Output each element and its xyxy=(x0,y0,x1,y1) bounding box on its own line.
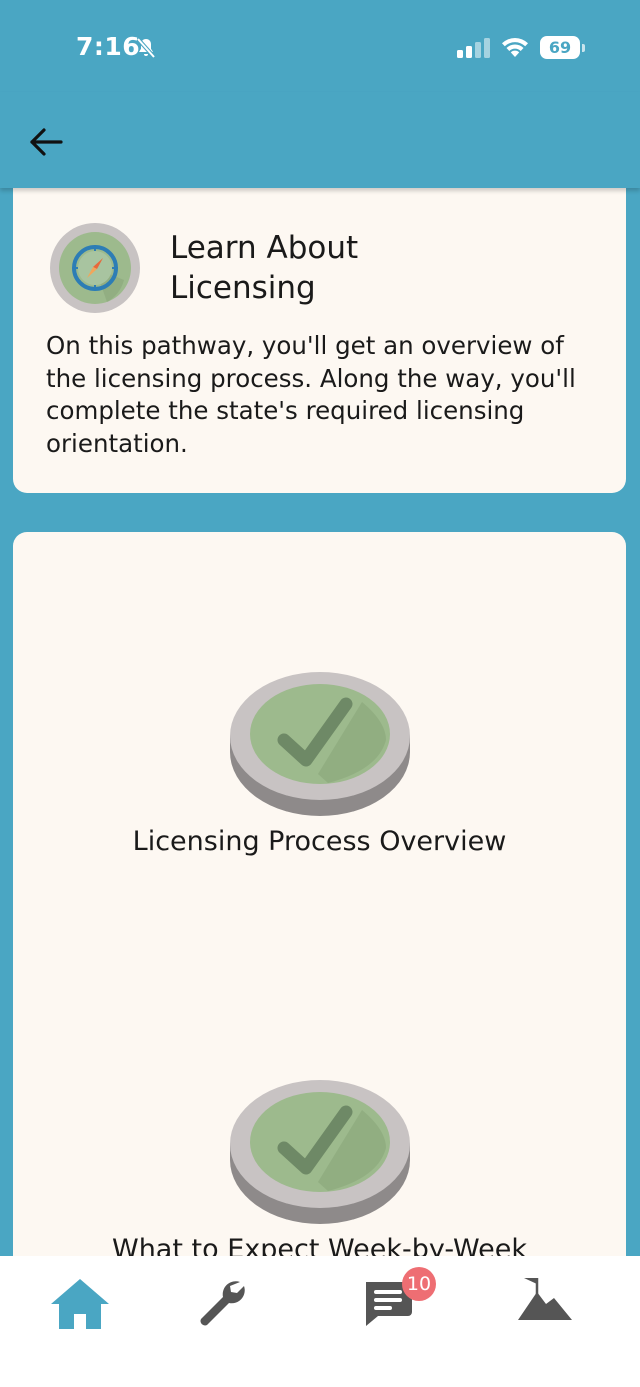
bell-muted-icon xyxy=(136,37,156,59)
pathway-title: Learn About Licensing xyxy=(170,230,359,306)
app-bar xyxy=(0,92,640,188)
wrench-icon[interactable] xyxy=(186,1276,256,1332)
step-licensing-process-overview[interactable]: Licensing Process Overview xyxy=(13,662,626,862)
pathway-description: On this pathway, you'll get an overview … xyxy=(46,331,576,458)
arrow-left-icon[interactable] xyxy=(26,122,66,162)
status-bar: 7:16 69 xyxy=(0,0,640,92)
chat-badge: 10 xyxy=(402,1267,436,1301)
mountain-flag-icon[interactable] xyxy=(510,1276,580,1332)
bottom-nav xyxy=(0,1256,640,1387)
battery-indicator: 69 xyxy=(540,36,585,59)
pathway-info-card: Learn About Licensing On this pathway, y… xyxy=(13,170,626,493)
compass-icon xyxy=(50,223,140,313)
step-label: Licensing Process Overview xyxy=(132,826,507,857)
battery-level: 69 xyxy=(548,38,572,57)
status-time: 7:16 xyxy=(76,32,141,61)
wifi-icon xyxy=(502,37,528,57)
checkmark-icon xyxy=(230,1080,410,1224)
steps-card: Licensing Process Overview What to Expec… xyxy=(13,532,626,1292)
home-icon[interactable] xyxy=(45,1276,115,1332)
signal-icon xyxy=(457,38,490,58)
checkmark-icon xyxy=(230,672,410,816)
